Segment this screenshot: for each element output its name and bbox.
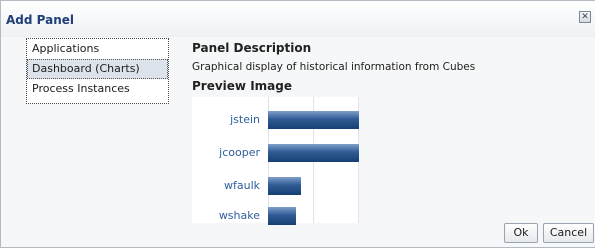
- panel-description-text: Graphical display of historical informat…: [192, 61, 476, 73]
- chart-bar: [268, 177, 301, 195]
- add-panel-dialog: Add Panel ✕ Applications Dashboard (Char…: [0, 0, 595, 248]
- ok-button[interactable]: Ok: [504, 223, 538, 243]
- chart-bar: [268, 111, 359, 129]
- dialog-title: Add Panel: [6, 13, 75, 27]
- close-icon[interactable]: ✕: [579, 11, 591, 23]
- list-item-process-instances[interactable]: Process Instances: [27, 79, 168, 99]
- panel-description-heading: Panel Description: [192, 41, 312, 55]
- dialog-titlebar: Add Panel ✕: [1, 1, 595, 37]
- list-item-dashboard-charts[interactable]: Dashboard (Charts): [27, 59, 168, 79]
- chart-category-label: wshake: [218, 209, 260, 222]
- cancel-button[interactable]: Cancel: [543, 223, 594, 243]
- chart-category-label: jcooper: [219, 146, 260, 159]
- chart-bar: [268, 144, 359, 162]
- list-item-applications[interactable]: Applications: [27, 39, 168, 59]
- preview-chart: jstein jcooper wfaulk wshake: [192, 97, 359, 225]
- preview-image-heading: Preview Image: [192, 79, 292, 93]
- panel-type-list[interactable]: Applications Dashboard (Charts) Process …: [26, 38, 169, 104]
- chart-category-label: jstein: [230, 113, 260, 126]
- chart-bar: [268, 207, 296, 225]
- chart-category-label: wfaulk: [223, 179, 260, 192]
